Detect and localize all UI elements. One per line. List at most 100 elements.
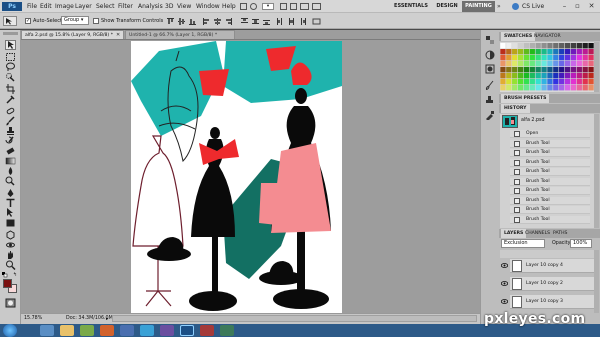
swatch-chip[interactable] (576, 79, 582, 85)
swatch-chip[interactable] (570, 79, 577, 85)
swatch-chip[interactable] (553, 73, 559, 79)
swatch-chip[interactable] (564, 49, 571, 55)
swatch-chip[interactable] (576, 49, 582, 55)
clone-stamp-tool-icon[interactable] (5, 126, 16, 136)
minimize-button[interactable]: – (558, 0, 571, 12)
tab-brush-presets[interactable]: BRUSH PRESETS (501, 94, 550, 103)
close-button[interactable]: ✕ (584, 0, 599, 12)
screen-mode-icon[interactable] (312, 3, 321, 10)
menu-view[interactable]: View (177, 2, 191, 11)
3d-orbit-tool-icon[interactable] (5, 240, 16, 250)
layer-row[interactable]: Layer 10 copy 3 (510, 295, 594, 309)
distribute-hcenter-icon[interactable] (287, 17, 296, 26)
swatch-colors[interactable] (500, 42, 594, 92)
bridge-icon[interactable] (240, 3, 247, 10)
workspace-painting[interactable]: PAINTING (462, 1, 495, 12)
swatch-chip[interactable] (588, 61, 594, 67)
layer-visibility-eye-icon[interactable] (500, 299, 509, 304)
zoom-readout[interactable]: 15.78% (24, 315, 42, 323)
quick-mask-icon[interactable] (5, 298, 16, 308)
path-selection-tool-icon[interactable] (5, 208, 16, 218)
swap-colors-icon[interactable]: ↰ (13, 272, 19, 278)
gradient-tool-icon[interactable] (5, 156, 16, 166)
shape-tool-icon[interactable] (5, 218, 16, 228)
swatch-chip[interactable] (529, 67, 535, 73)
swatch-chip[interactable] (529, 73, 535, 79)
taskbar-app-icon[interactable] (120, 325, 134, 336)
swatch-chip[interactable] (553, 43, 559, 49)
swatch-chip[interactable] (564, 79, 571, 85)
clone-source-panel-icon[interactable] (485, 95, 495, 105)
menu-analysis[interactable]: Analysis (138, 2, 163, 11)
history-scrollbar[interactable] (594, 114, 599, 228)
swatch-chip[interactable] (576, 73, 582, 79)
swatch-chip[interactable] (512, 49, 518, 55)
layer-row[interactable]: Layer 10 copy 4 (510, 259, 594, 273)
tab-navigator[interactable]: NAVIGATOR (531, 32, 564, 41)
marquee-tool-icon[interactable] (5, 52, 16, 62)
swatch-chip[interactable] (529, 49, 535, 55)
swatch-chip[interactable] (547, 67, 553, 73)
pen-tool-icon[interactable] (5, 188, 16, 198)
swatch-chip[interactable] (512, 55, 518, 61)
foreground-color-swatch[interactable] (3, 279, 12, 288)
swatch-chip[interactable] (529, 43, 535, 49)
swatch-chip[interactable] (559, 61, 565, 67)
menu-3d[interactable]: 3D (165, 2, 173, 11)
swatch-chip[interactable] (512, 73, 518, 79)
menu-help[interactable]: Help (222, 2, 236, 11)
swatches-scrollbar[interactable] (594, 42, 599, 92)
default-colors-icon[interactable] (2, 272, 8, 278)
swatch-chip[interactable] (512, 61, 518, 67)
align-top-icon[interactable] (166, 17, 175, 26)
swatch-chip[interactable] (535, 61, 541, 67)
swatch-chip[interactable] (517, 49, 524, 55)
taskbar-app-icon[interactable] (100, 325, 114, 336)
swatch-chip[interactable] (523, 55, 530, 61)
show-transform-checkbox[interactable] (93, 18, 99, 24)
tab-channels[interactable]: CHANNELS (522, 229, 553, 238)
swatch-chip[interactable] (547, 79, 553, 85)
swatch-chip[interactable] (582, 43, 588, 49)
tab-paths[interactable]: PATHS (550, 229, 570, 238)
canvas-artwork[interactable] (131, 41, 342, 313)
history-step[interactable]: Open (510, 130, 590, 138)
swatch-chip[interactable] (506, 61, 512, 67)
tools-panel-grip[interactable] (3, 32, 18, 35)
zoom-level-select[interactable]: ▾ (262, 3, 274, 10)
zoom-tool-icon[interactable] (5, 260, 16, 271)
document-tab-inactive[interactable]: Untitled-1 @ 66.7% (Layer 1, RGB/8) * (125, 30, 235, 39)
hand-tool-icon[interactable] (280, 3, 287, 10)
status-menu-icon[interactable]: ▸ (106, 316, 111, 322)
swatch-chip[interactable] (570, 49, 577, 55)
menu-filter[interactable]: Filter (118, 2, 133, 11)
swatch-chip[interactable] (547, 55, 553, 61)
swatch-chip[interactable] (547, 73, 553, 79)
taskbar-explorer-icon[interactable] (60, 325, 74, 336)
swatch-chip[interactable] (582, 79, 588, 85)
swatch-chip[interactable] (582, 61, 588, 67)
history-brush-tool-icon[interactable] (5, 136, 16, 146)
opacity-field[interactable]: 100% (570, 239, 592, 248)
swatch-chip[interactable] (541, 79, 547, 85)
swatch-chip[interactable] (576, 85, 582, 91)
close-tab-icon[interactable]: ✕ (116, 32, 122, 38)
history-step[interactable]: Brush Tool (510, 177, 590, 186)
swatch-chip[interactable] (523, 79, 530, 85)
swatch-chip[interactable] (506, 79, 512, 85)
swatch-chip[interactable] (523, 85, 530, 91)
swatch-chip[interactable] (500, 55, 506, 61)
taskbar-ie-icon[interactable] (40, 325, 54, 336)
workspace-design[interactable]: DESIGN (433, 1, 461, 12)
eyedropper-tool-icon[interactable] (5, 94, 16, 104)
history-step[interactable]: Brush Tool (510, 196, 590, 205)
layer-visibility-eye-icon[interactable] (500, 263, 509, 268)
swatch-chip[interactable] (564, 85, 571, 91)
layer-row[interactable]: Layer 10 copy 2 (510, 277, 594, 291)
swatch-chip[interactable] (588, 55, 594, 61)
align-left-icon[interactable] (202, 17, 211, 26)
workspace-essentials[interactable]: ESSENTIALS (390, 1, 432, 12)
swatch-chip[interactable] (512, 85, 518, 91)
menu-window[interactable]: Window (196, 2, 220, 11)
swatch-chip[interactable] (500, 73, 506, 79)
